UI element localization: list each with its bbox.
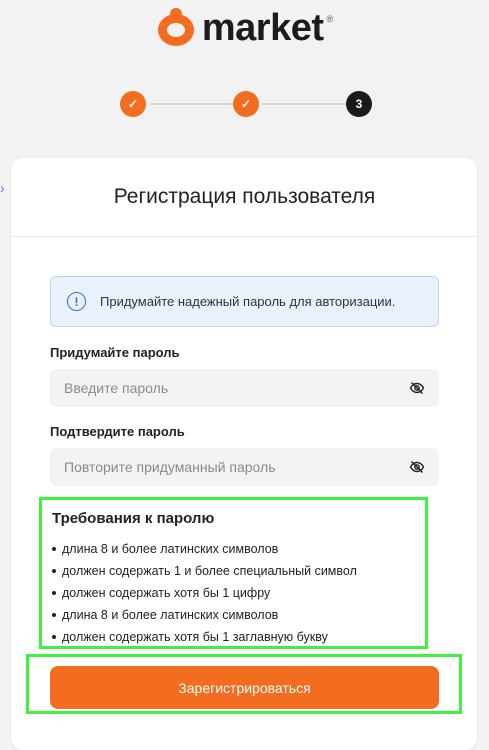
brand-logo: market ® <box>0 5 489 50</box>
password-input[interactable] <box>64 380 409 396</box>
check-icon: ✓ <box>127 97 139 111</box>
step-3-current: 3 <box>346 91 372 117</box>
registered-mark: ® <box>326 14 334 24</box>
password-requirements: Требования к паролю длина 8 и более лати… <box>39 497 428 649</box>
password-field <box>50 369 439 407</box>
requirements-list: длина 8 и более латинских символов долже… <box>52 538 425 648</box>
password-label: Придумайте пароль <box>50 345 180 360</box>
requirement-item: должен содержать 1 и более специальный с… <box>52 560 425 582</box>
brand-logo-mark <box>156 5 200 48</box>
step-2-completed: ✓ <box>233 91 259 117</box>
registration-stepper: ✓ ✓ 3 <box>120 91 372 117</box>
step-number: 3 <box>355 97 363 111</box>
check-icon: ✓ <box>240 97 252 111</box>
confirm-password-label: Подтвердите пароль <box>50 424 185 439</box>
eye-off-icon[interactable] <box>409 380 425 396</box>
requirement-item: должен содержать хотя бы 1 заглавную бук… <box>52 626 425 648</box>
eye-off-icon[interactable] <box>409 459 425 475</box>
page-title: Регистрация пользователя <box>113 185 376 208</box>
step-connector <box>150 103 242 105</box>
info-alert: ! Придумайте надежный пароль для авториз… <box>50 276 439 327</box>
register-button[interactable]: Зарегистрироваться <box>50 666 439 709</box>
confirm-password-input[interactable] <box>64 459 409 475</box>
brand-name: market <box>201 7 324 49</box>
step-connector <box>262 103 354 105</box>
step-1-completed: ✓ <box>120 91 146 117</box>
requirement-item: длина 8 и более латинских символов <box>52 538 425 560</box>
requirement-item: должен содержать хотя бы 1 цифру <box>52 582 425 604</box>
requirement-item: длина 8 и более латинских символов <box>52 604 425 626</box>
info-text: Придумайте надежный пароль для авторизац… <box>100 294 396 309</box>
info-icon: ! <box>67 292 86 311</box>
title-divider <box>11 236 477 237</box>
confirm-password-field <box>50 448 439 486</box>
requirements-title: Требования к паролю <box>52 510 215 527</box>
